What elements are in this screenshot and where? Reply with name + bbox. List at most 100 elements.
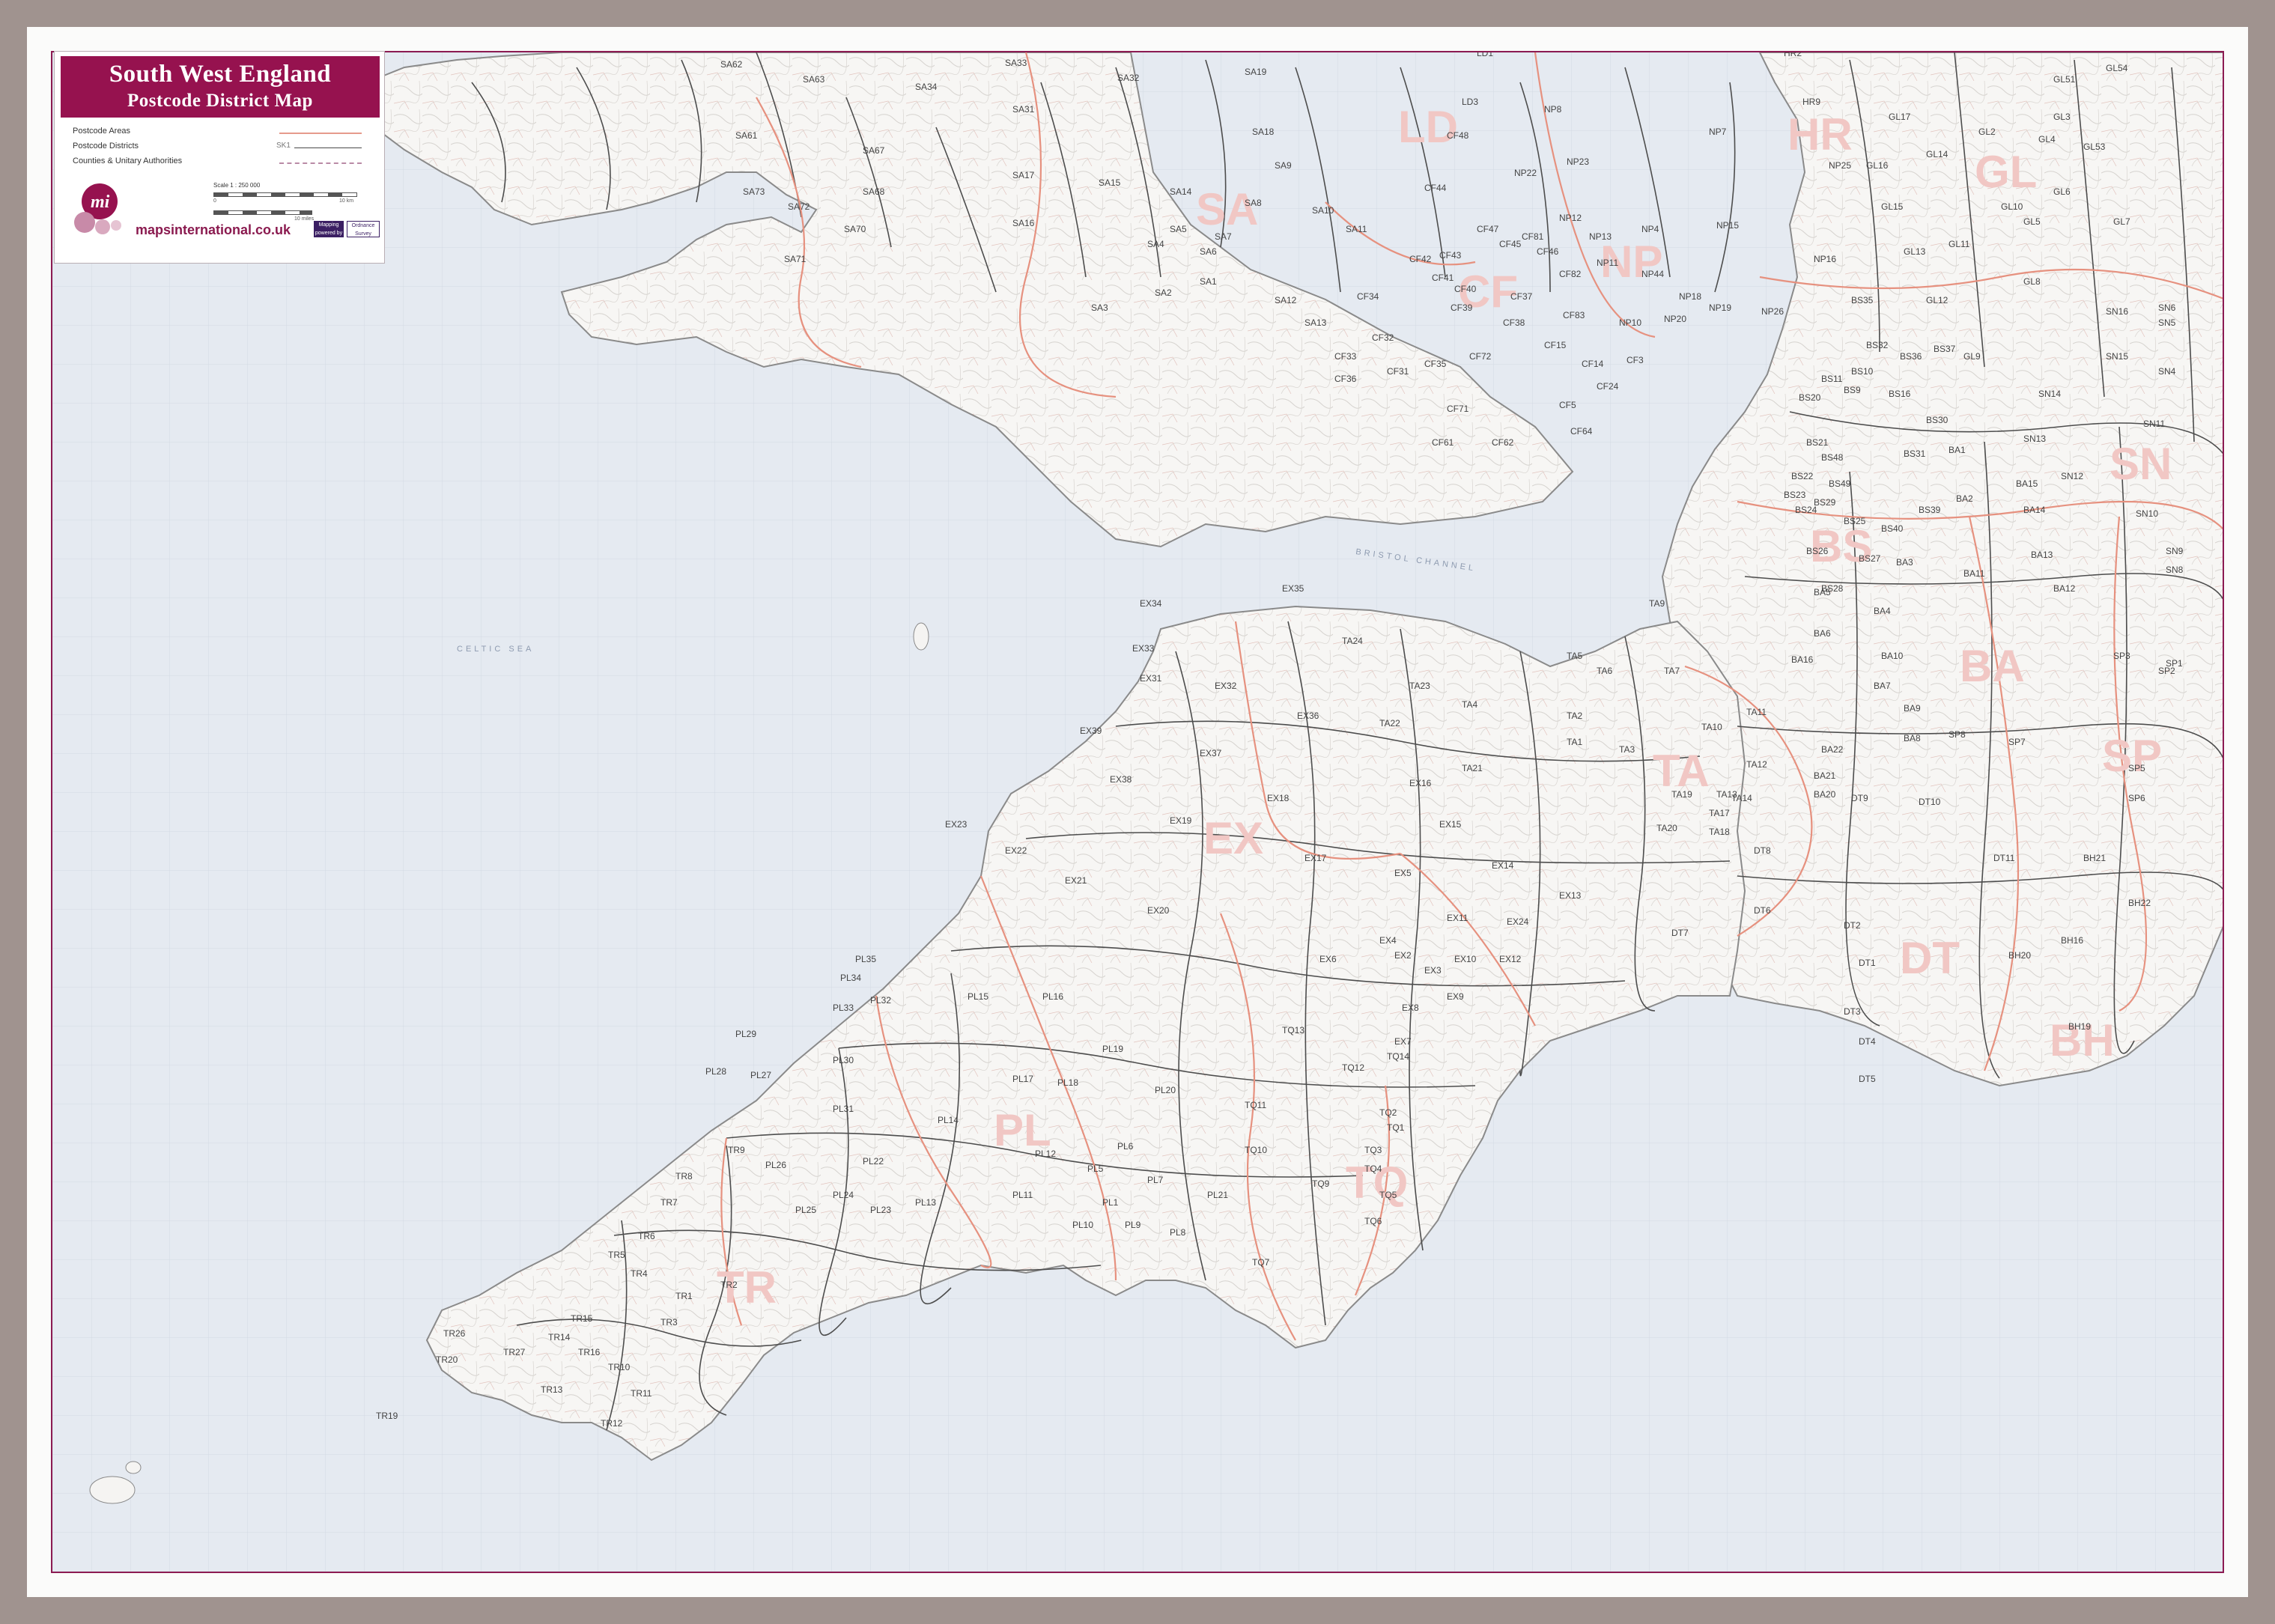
district-label-ta6: TA6 bbox=[1597, 666, 1612, 676]
district-label-bs27: BS27 bbox=[1859, 553, 1881, 564]
district-label-np11: NP11 bbox=[1597, 258, 1618, 268]
district-label-pl24: PL24 bbox=[833, 1190, 854, 1200]
district-label-cf36: CF36 bbox=[1334, 374, 1357, 384]
district-label-bs36: BS36 bbox=[1900, 351, 1922, 362]
district-label-sn12: SN12 bbox=[2061, 471, 2083, 481]
district-label-tq14: TQ14 bbox=[1387, 1051, 1409, 1062]
brand-name: mapsinternational.co.uk bbox=[136, 222, 291, 237]
scale-label: Scale 1 : 250 000 bbox=[213, 182, 261, 189]
district-label-sa62: SA62 bbox=[720, 59, 743, 70]
district-label-cf5: CF5 bbox=[1559, 400, 1576, 410]
legend-postcode-areas: Postcode Areas bbox=[73, 127, 131, 136]
district-label-bs32: BS32 bbox=[1866, 340, 1889, 350]
district-label-ba2: BA2 bbox=[1956, 493, 1973, 504]
district-label-tr4: TR4 bbox=[631, 1268, 648, 1279]
district-label-ld3: LD3 bbox=[1462, 97, 1478, 107]
district-label-bs9: BS9 bbox=[1844, 385, 1861, 395]
district-label-ex13: EX13 bbox=[1559, 890, 1582, 901]
map-title: South West England bbox=[109, 61, 332, 88]
district-label-gl2: GL2 bbox=[1978, 127, 1996, 137]
district-label-sa3: SA3 bbox=[1091, 302, 1108, 313]
district-label-tq3: TQ3 bbox=[1364, 1145, 1382, 1155]
district-label-ta1: TA1 bbox=[1567, 737, 1582, 747]
district-label-ba1: BA1 bbox=[1949, 445, 1966, 455]
district-label-sn10: SN10 bbox=[2136, 508, 2158, 519]
district-label-pl20: PL20 bbox=[1155, 1085, 1176, 1095]
area-label-dt: DT bbox=[1900, 933, 1960, 983]
district-label-pl15: PL15 bbox=[968, 991, 988, 1002]
district-label-sa72: SA72 bbox=[788, 201, 810, 212]
legend-district-sample: SK1 bbox=[276, 142, 291, 150]
district-label-ta19: TA19 bbox=[1671, 789, 1692, 800]
district-label-tq5: TQ5 bbox=[1379, 1190, 1397, 1200]
district-label-tr13: TR13 bbox=[541, 1384, 563, 1395]
district-label-ta7: TA7 bbox=[1664, 666, 1680, 676]
district-label-ex23: EX23 bbox=[945, 819, 968, 830]
district-label-pl30: PL30 bbox=[833, 1055, 854, 1065]
district-label-dt8: DT8 bbox=[1754, 845, 1771, 856]
district-label-cf71: CF71 bbox=[1447, 404, 1469, 414]
district-label-tr8: TR8 bbox=[675, 1171, 693, 1181]
district-label-ex16: EX16 bbox=[1409, 778, 1432, 788]
district-label-tr10: TR10 bbox=[608, 1362, 631, 1372]
area-label-sn: SN bbox=[2110, 439, 2172, 489]
district-label-bs35: BS35 bbox=[1851, 295, 1874, 305]
district-label-ex37: EX37 bbox=[1200, 748, 1222, 758]
district-label-cf46: CF46 bbox=[1537, 246, 1559, 257]
district-label-pl14: PL14 bbox=[938, 1115, 959, 1125]
postcode-map: CELTIC SEA BRISTOL CHANNEL SA LD HR CF NP GL B… bbox=[51, 51, 2224, 1573]
district-label-tr14: TR14 bbox=[548, 1332, 571, 1342]
district-label-tr11: TR11 bbox=[631, 1388, 652, 1399]
district-label-tr26: TR26 bbox=[443, 1328, 466, 1339]
district-label-sa13: SA13 bbox=[1304, 317, 1327, 328]
district-label-sa18: SA18 bbox=[1252, 127, 1275, 137]
district-label-cf14: CF14 bbox=[1582, 359, 1604, 369]
district-label-ba16: BA16 bbox=[1791, 654, 1814, 665]
district-label-bs25: BS25 bbox=[1844, 516, 1866, 526]
district-label-bs10: BS10 bbox=[1851, 366, 1874, 377]
district-label-ex2: EX2 bbox=[1394, 950, 1412, 961]
district-label-bs20: BS20 bbox=[1799, 392, 1821, 403]
district-label-cf33: CF33 bbox=[1334, 351, 1357, 362]
district-label-np25: NP25 bbox=[1829, 160, 1851, 171]
district-label-sn15: SN15 bbox=[2106, 351, 2128, 362]
district-label-tr27: TR27 bbox=[503, 1347, 526, 1357]
district-label-tq6: TQ6 bbox=[1364, 1216, 1382, 1226]
area-label-sa: SA bbox=[1196, 184, 1258, 234]
area-label-ba: BA bbox=[1960, 641, 2025, 691]
sea-label-celtic-sea: CELTIC SEA bbox=[457, 645, 534, 654]
district-label-ta11: TA11 bbox=[1746, 707, 1767, 717]
district-label-cf61: CF61 bbox=[1432, 437, 1454, 448]
district-label-pl5: PL5 bbox=[1087, 1164, 1104, 1174]
district-label-tq1: TQ1 bbox=[1387, 1122, 1405, 1133]
district-label-bs30: BS30 bbox=[1926, 415, 1949, 425]
district-label-ex33: EX33 bbox=[1132, 643, 1155, 654]
district-label-pl33: PL33 bbox=[833, 1003, 854, 1013]
district-label-ex21: EX21 bbox=[1065, 875, 1087, 886]
district-label-sa10: SA10 bbox=[1312, 205, 1334, 216]
district-label-sa19: SA19 bbox=[1245, 67, 1267, 77]
scale-bar-miles bbox=[213, 210, 312, 215]
district-label-ex34: EX34 bbox=[1140, 598, 1162, 609]
area-label-ex: EX bbox=[1203, 813, 1263, 863]
district-label-ta20: TA20 bbox=[1656, 823, 1677, 833]
district-label-cf45: CF45 bbox=[1499, 239, 1522, 249]
district-label-sa73: SA73 bbox=[743, 186, 765, 197]
district-label-hr2: HR2 bbox=[1784, 52, 1802, 58]
maps-international-logo: mi bbox=[74, 183, 121, 234]
partner-badge: Mapping powered by bbox=[314, 221, 344, 237]
district-label-sa8: SA8 bbox=[1245, 198, 1262, 208]
ordnance-survey-badge: Ordnance Survey bbox=[347, 221, 380, 237]
district-label-sa61: SA61 bbox=[735, 130, 758, 141]
district-label-sa32: SA32 bbox=[1117, 73, 1140, 83]
district-label-np20: NP20 bbox=[1664, 314, 1686, 324]
district-label-ta10: TA10 bbox=[1701, 722, 1722, 732]
district-label-cf41: CF41 bbox=[1432, 273, 1454, 283]
district-label-bs23: BS23 bbox=[1784, 490, 1806, 500]
district-label-cf47: CF47 bbox=[1477, 224, 1499, 234]
district-label-ex3: EX3 bbox=[1424, 965, 1442, 976]
district-label-ba7: BA7 bbox=[1874, 681, 1891, 691]
district-label-np22: NP22 bbox=[1514, 168, 1537, 178]
legend-counties: Counties & Unitary Authorities bbox=[73, 156, 183, 165]
district-label-sp7: SP7 bbox=[2008, 737, 2026, 747]
